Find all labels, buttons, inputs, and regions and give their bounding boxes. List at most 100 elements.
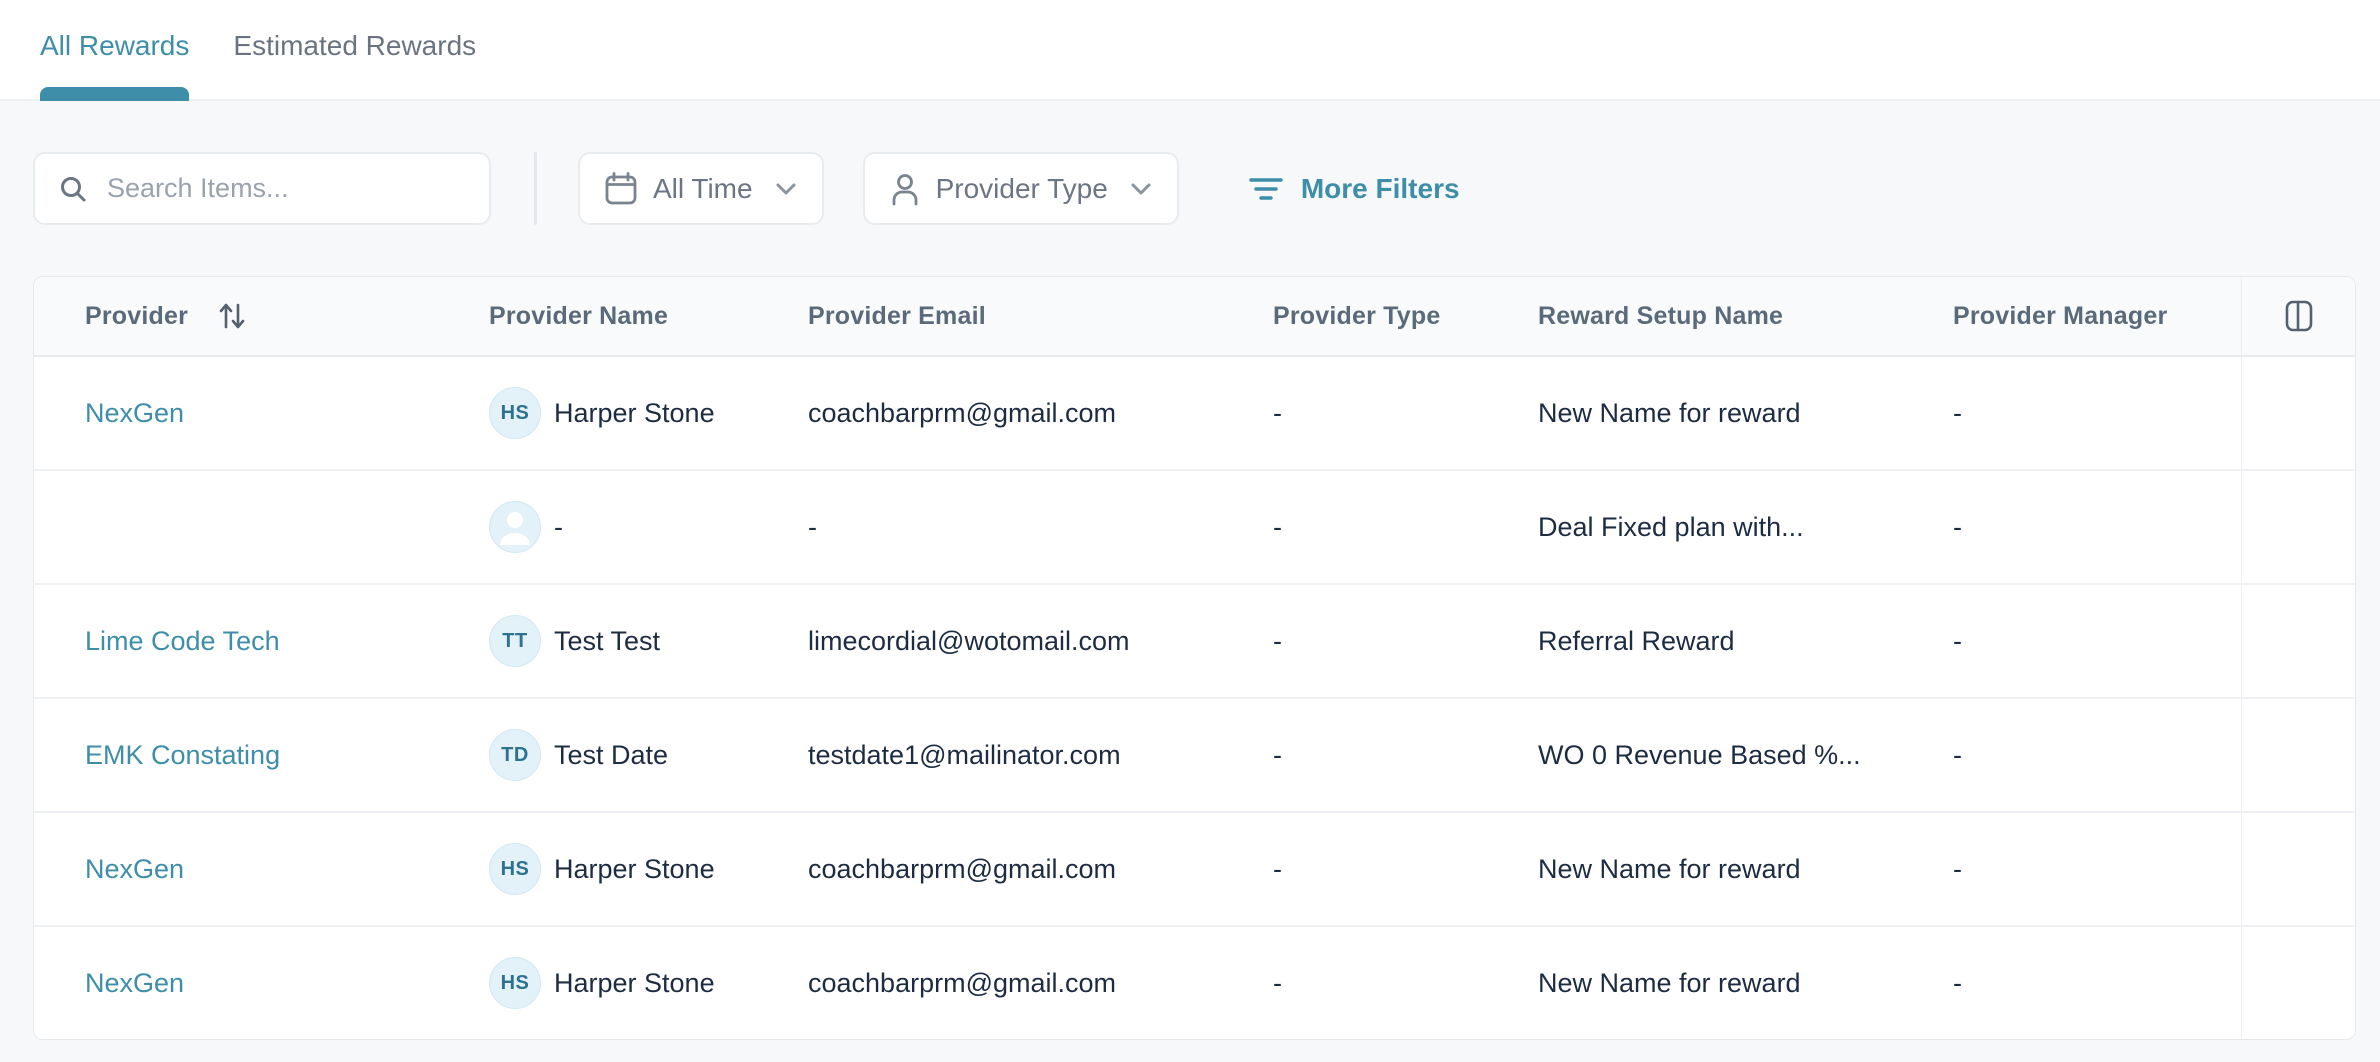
provider-email-cell: -: [808, 471, 1273, 583]
more-filters-button[interactable]: More Filters: [1249, 173, 1460, 205]
provider-manager-text: -: [1953, 967, 1962, 998]
reward-setup-name-cell: Deal Fixed plan with...: [1538, 471, 1953, 583]
provider-name-text: Test Date: [554, 739, 669, 770]
provider-manager-cell: -: [1953, 699, 2241, 811]
provider-manager-text: -: [1953, 397, 1962, 428]
avatar-initials: TD: [501, 743, 529, 766]
provider-email-text: -: [808, 511, 817, 542]
provider-email-text: coachbarprm@gmail.com: [808, 397, 1117, 428]
provider-cell: NexGen: [34, 927, 489, 1039]
search-input[interactable]: [107, 173, 467, 204]
provider-email-text: coachbarprm@gmail.com: [808, 853, 1117, 884]
provider-email-text: testdate1@mailinator.com: [808, 739, 1121, 770]
reward-setup-name-text: WO 0 Revenue Based %...: [1538, 739, 1861, 770]
avatar-initials: HS: [500, 401, 530, 424]
table-row: EMK Constating TD Test Date testdate1@ma…: [34, 699, 2355, 813]
more-filters-label: More Filters: [1300, 172, 1460, 204]
avatar-person-icon: [489, 501, 541, 553]
provider-type-text: -: [1273, 397, 1282, 428]
provider-link[interactable]: Lime Code Tech: [85, 626, 280, 657]
provider-type-text: -: [1273, 967, 1282, 998]
provider-type-cell: -: [1273, 813, 1538, 925]
provider-type-text: -: [1273, 739, 1282, 770]
sort-arrows-icon[interactable]: [218, 301, 246, 331]
provider-type-text: -: [1273, 853, 1282, 884]
filter-lines-icon: [1249, 176, 1283, 202]
provider-link[interactable]: EMK Constating: [85, 740, 280, 771]
table-row: - - - Deal Fixed plan with... -: [34, 471, 2355, 585]
table-row: NexGen HS Harper Stone coachbarprm@gmail…: [34, 357, 2355, 471]
avatar-initials: HS: [500, 971, 530, 994]
row-actions-cell: [2241, 357, 2355, 469]
provider-email-cell: testdate1@mailinator.com: [808, 699, 1273, 811]
tab-bar: All Rewards Estimated Rewards: [0, 0, 2380, 101]
provider-manager-cell: -: [1953, 585, 2241, 697]
provider-manager-cell: -: [1953, 927, 2241, 1039]
row-actions-cell: [2241, 927, 2355, 1039]
tab-estimated-rewards[interactable]: Estimated Rewards: [233, 0, 476, 99]
provider-name-cell: TT Test Test: [489, 585, 808, 697]
reward-setup-name-text: New Name for reward: [1538, 853, 1801, 884]
filter-toolbar: All Time Provider Type: [33, 152, 1460, 225]
row-actions-cell: [2241, 585, 2355, 697]
avatar: HS: [489, 957, 541, 1009]
reward-setup-name-cell: WO 0 Revenue Based %...: [1538, 699, 1953, 811]
tab-all-rewards-label: All Rewards: [40, 29, 190, 61]
avatar: [489, 501, 541, 553]
provider-manager-text: -: [1953, 739, 1962, 770]
time-filter-label: All Time: [653, 172, 753, 204]
column-header-provider-type: Provider Type: [1273, 301, 1441, 330]
chevron-down-icon: [1129, 181, 1153, 197]
provider-manager-text: -: [1953, 511, 1962, 542]
tab-all-rewards[interactable]: All Rewards: [40, 0, 190, 101]
provider-manager-text: -: [1953, 625, 1962, 656]
calendar-icon: [604, 171, 638, 207]
provider-name-cell: HS Harper Stone: [489, 357, 808, 469]
column-settings-header-cell: [2241, 277, 2355, 355]
provider-email-text: coachbarprm@gmail.com: [808, 967, 1117, 998]
provider-manager-text: -: [1953, 853, 1962, 884]
columns-icon[interactable]: [2285, 299, 2313, 333]
column-header-provider-name: Provider Name: [489, 301, 669, 330]
provider-type-filter-button[interactable]: Provider Type: [862, 152, 1179, 225]
avatar: HS: [489, 843, 541, 895]
avatar: TT: [489, 615, 541, 667]
chevron-down-icon: [774, 181, 798, 197]
reward-setup-name-cell: New Name for reward: [1538, 357, 1953, 469]
provider-email-cell: coachbarprm@gmail.com: [808, 927, 1273, 1039]
tab-estimated-rewards-label: Estimated Rewards: [233, 29, 477, 61]
provider-type-text: -: [1273, 625, 1282, 656]
provider-email-cell: coachbarprm@gmail.com: [808, 813, 1273, 925]
time-filter-button[interactable]: All Time: [578, 152, 824, 225]
reward-setup-name-cell: New Name for reward: [1538, 927, 1953, 1039]
avatar: TD: [489, 729, 541, 781]
provider-name-text: -: [554, 511, 563, 542]
provider-link[interactable]: NexGen: [85, 854, 184, 885]
provider-email-cell: coachbarprm@gmail.com: [808, 357, 1273, 469]
provider-cell: [34, 471, 489, 583]
reward-setup-name-text: New Name for reward: [1538, 397, 1801, 428]
provider-name-cell: TD Test Date: [489, 699, 808, 811]
avatar: HS: [489, 387, 541, 439]
provider-cell: EMK Constating: [34, 699, 489, 811]
table-header-row: Provider Provider Name Provider Email Pr…: [34, 277, 2355, 357]
provider-link[interactable]: NexGen: [85, 968, 184, 999]
toolbar-divider: [534, 152, 537, 225]
rewards-table: Provider Provider Name Provider Email Pr…: [33, 276, 2356, 1040]
person-icon: [889, 171, 921, 207]
provider-type-cell: -: [1273, 585, 1538, 697]
column-header-provider: Provider: [34, 277, 489, 355]
column-header-provider-email: Provider Email: [808, 301, 986, 330]
reward-setup-name-text: Deal Fixed plan with...: [1538, 511, 1804, 542]
provider-cell: NexGen: [34, 813, 489, 925]
table-row: Lime Code Tech TT Test Test limecordial@…: [34, 585, 2355, 699]
provider-type-filter-label: Provider Type: [935, 172, 1108, 204]
reward-setup-name-cell: Referral Reward: [1538, 585, 1953, 697]
provider-cell: NexGen: [34, 357, 489, 469]
reward-setup-name-cell: New Name for reward: [1538, 813, 1953, 925]
column-header-provider-label: Provider: [85, 301, 189, 330]
provider-link[interactable]: NexGen: [85, 398, 184, 429]
row-actions-cell: [2241, 813, 2355, 925]
table-body: NexGen HS Harper Stone coachbarprm@gmail…: [34, 357, 2355, 1039]
provider-email-text: limecordial@wotomail.com: [808, 625, 1130, 656]
